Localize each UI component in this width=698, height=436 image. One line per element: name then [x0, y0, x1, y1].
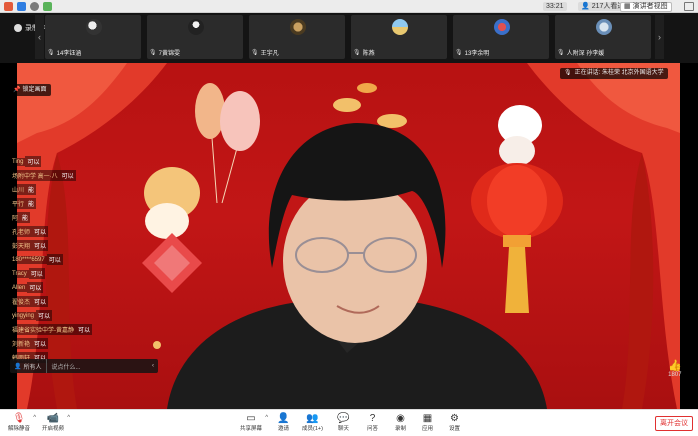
mic-icon: 🎙	[47, 50, 55, 56]
members-icon: 👥	[306, 413, 319, 424]
chat-message: 彭天翔 可以	[10, 239, 150, 252]
chevron-up-icon[interactable]: ^	[265, 415, 268, 421]
view-mode-button[interactable]: ▦ 演讲者视图	[620, 2, 672, 12]
participant-thumbnail[interactable]: 🎙 人附深 孙李媛	[555, 15, 651, 59]
cloud-icon	[14, 24, 22, 32]
avatar	[392, 19, 408, 35]
chat-overlay: Ting 可以 场附中学 高一·八 可以 山川能 平行能 阿能 孔老师 可以 彭天翔可…	[10, 155, 150, 365]
chat-message: 山川能	[10, 183, 150, 196]
recipient-selector[interactable]: 👤 所有人	[10, 359, 47, 373]
network-icon[interactable]	[43, 2, 52, 11]
participant-thumbnail[interactable]: 🎙 13李余明	[453, 15, 549, 59]
chat-input[interactable]: 说点什么...	[47, 362, 149, 371]
grid-icon: ▦	[624, 3, 631, 10]
like-button[interactable]: 👍 1807	[668, 359, 682, 378]
mic-icon: 🎙	[251, 50, 259, 56]
meeting-toolbar: 🎙 解除静音 ^ 📹 开启视频 ^ ▭ 共享屏幕 ^ 👤 邀请 👥 成员(1+)…	[0, 409, 698, 436]
share-screen-icon: ▭	[246, 413, 256, 424]
qa-icon: ?	[369, 413, 376, 424]
chat-input-bar[interactable]: 👤 所有人 说点什么... ‹	[10, 359, 158, 373]
chat-message: 平行能	[10, 197, 150, 210]
video-off-icon: 📹	[46, 413, 60, 424]
chat-message: 阿能	[10, 211, 150, 224]
participant-thumbnail[interactable]: 🎙 陈燕	[351, 15, 447, 59]
settings-button[interactable]: ⚙ 设置	[449, 413, 460, 432]
strip-prev-button[interactable]: ‹	[35, 15, 44, 59]
record-button[interactable]: ◉ 录制	[395, 413, 406, 432]
record-icon: ◉	[396, 413, 405, 424]
share-screen-button[interactable]: ▭ 共享屏幕 ^	[240, 413, 268, 432]
chat-message: 福建省实验中学-黄嘉静 可以	[10, 323, 150, 336]
apps-icon: ▦	[422, 413, 433, 424]
chat-message: 孔老师 可以	[10, 225, 150, 238]
participant-strip: 录制中 ‹ › 🎙14李钰涵 🎙7黄锦雯 🎙王宇凡 🎙陈燕 🎙13李余明 🎙人附…	[0, 13, 698, 63]
avatar	[596, 19, 612, 35]
start-video-button[interactable]: 📹 开启视频 ^	[42, 413, 70, 432]
warning-icon[interactable]	[4, 2, 13, 11]
chevron-up-icon[interactable]: ^	[33, 415, 36, 421]
unmute-button[interactable]: 🎙 解除静音 ^	[8, 413, 36, 432]
like-count: 1807	[668, 372, 682, 378]
avatar	[188, 19, 204, 35]
meeting-timer: 33:21	[543, 2, 567, 11]
status-bar: 33:21 👤 217人看过 ▦ 演讲者视图	[0, 0, 698, 13]
chat-message: 场附中学 高一·八 可以	[10, 169, 150, 182]
participant-thumbnail[interactable]: 🎙 7黄锦雯	[147, 15, 243, 59]
leave-meeting-button[interactable]: 离开会议	[655, 416, 693, 431]
person-icon: 👤	[581, 3, 590, 10]
chat-icon: 💬	[337, 413, 350, 424]
invite-icon: 👤	[277, 413, 290, 424]
mic-icon: 🎙	[353, 50, 361, 56]
main-video: 📌 锁定画面 🎙 正在讲话: 朱桂荣 北京外国语大学 Ting 可以 场附中学 高…	[0, 63, 698, 409]
chat-message: 刘新艳 可以	[10, 337, 150, 350]
members-button[interactable]: 👥 成员(1+)	[302, 413, 323, 432]
person-icon: 👤	[14, 363, 22, 370]
chat-message: 翟俊杰 可以	[10, 295, 150, 308]
info-icon[interactable]	[30, 2, 39, 11]
participant-thumbnail[interactable]: 🎙 王宇凡	[249, 15, 345, 59]
invite-button[interactable]: 👤 邀请	[277, 413, 290, 432]
pin-screen-button[interactable]: 📌 锁定画面	[9, 84, 51, 96]
shield-icon[interactable]	[17, 2, 26, 11]
chat-button[interactable]: 💬 聊天	[337, 413, 350, 432]
pin-icon: 📌	[13, 87, 21, 93]
collapse-chat-button[interactable]: ‹	[148, 363, 158, 369]
fullscreen-icon[interactable]	[684, 2, 694, 11]
chat-message: yingying 可以	[10, 309, 150, 322]
mic-icon: 🎙	[557, 50, 565, 56]
mic-off-icon: 🎙	[12, 413, 26, 424]
participant-thumbnail[interactable]: 🎙 14李钰涵	[45, 15, 141, 59]
avatar	[494, 19, 510, 35]
speaking-indicator: 🎙 正在讲话: 朱桂荣 北京外国语大学	[560, 68, 668, 79]
mic-icon: 🎙	[149, 50, 157, 56]
avatar	[290, 19, 306, 35]
gear-icon: ⚙	[450, 413, 459, 424]
mic-icon: 🎙	[455, 50, 463, 56]
chevron-up-icon[interactable]: ^	[67, 415, 70, 421]
chat-message: 180****6597 可以	[10, 253, 150, 266]
thumbs-up-icon: 👍	[668, 360, 682, 372]
apps-button[interactable]: ▦ 应用	[422, 413, 433, 432]
avatar	[86, 19, 102, 35]
chat-message: Tracy 可以	[10, 267, 150, 280]
qa-button[interactable]: ? 问答	[367, 413, 378, 432]
mic-icon: 🎙	[564, 70, 572, 76]
chat-message: Ting 可以	[10, 155, 150, 168]
chat-message: Allen 可以	[10, 281, 150, 294]
strip-next-button[interactable]: ›	[655, 15, 664, 59]
status-icons	[4, 2, 52, 11]
